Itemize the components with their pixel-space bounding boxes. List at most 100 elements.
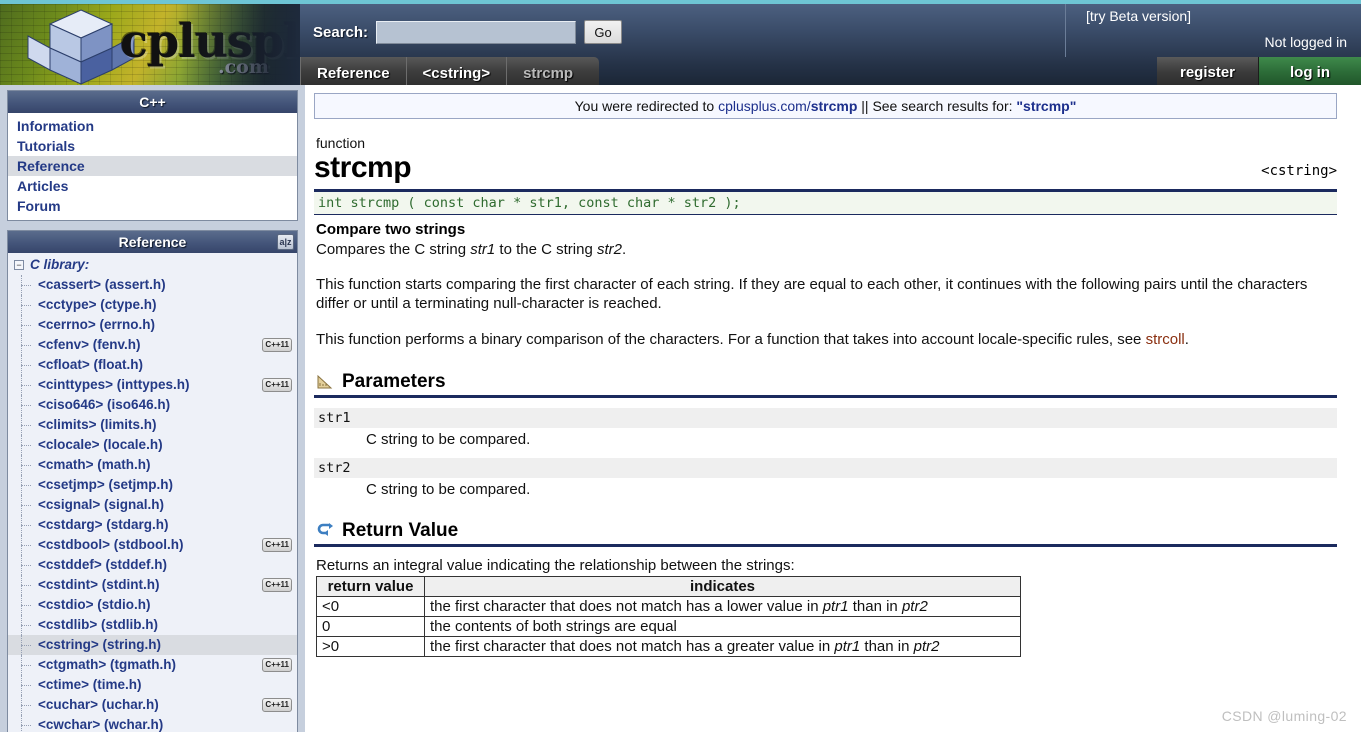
table-row: >0 the first character that does not matc… bbox=[316, 635, 1021, 657]
text-run: This function starts comparing the first… bbox=[316, 276, 1308, 313]
tree-item[interactable]: <cstring> (string.h) bbox=[8, 635, 297, 655]
breadcrumb-item-cstring[interactable]: <cstring> bbox=[406, 57, 508, 85]
sidebar-item-reference[interactable]: Reference bbox=[8, 156, 297, 176]
function-signature: int strcmp ( const char * str1, const ch… bbox=[318, 195, 741, 211]
breadcrumb-item-reference[interactable]: Reference bbox=[300, 57, 407, 85]
function-brief: Compare two strings bbox=[316, 221, 466, 238]
tree-item[interactable]: <ctime> (time.h) bbox=[8, 675, 297, 695]
tree-item-label: <cfloat> (float.h) bbox=[38, 357, 144, 372]
tree-item[interactable]: <cstdlib> (stdlib.h) bbox=[8, 615, 297, 635]
sidebar-item-information[interactable]: Information bbox=[8, 116, 297, 136]
reference-panel-title-text: Reference bbox=[118, 234, 187, 250]
text-run: This function performs a binary comparis… bbox=[316, 330, 1146, 348]
tree-item[interactable]: <cinttypes> (inttypes.h) C++11 bbox=[8, 375, 297, 395]
text-run: than in bbox=[848, 597, 902, 615]
tree-item-label: <cfenv> (fenv.h) bbox=[38, 337, 141, 352]
column-return-value: return value bbox=[316, 575, 425, 597]
tree-item[interactable]: <cwchar> (wchar.h) bbox=[8, 715, 297, 732]
description-paragraph: Compares the C string str1 to the C stri… bbox=[316, 240, 1337, 259]
try-beta-link[interactable]: [try Beta version] bbox=[1086, 8, 1191, 24]
emphasis-text: str1 bbox=[470, 241, 496, 258]
return-value-table: return value indicates <0 the first chara… bbox=[316, 575, 1021, 657]
redirect-domain[interactable]: cplusplus.com/ bbox=[718, 98, 811, 114]
return-value-title: Return Value bbox=[342, 519, 459, 541]
sidebar-item-forum[interactable]: Forum bbox=[8, 196, 297, 216]
parameter-description: C string to be compared. bbox=[366, 480, 531, 498]
tree-item[interactable]: <cassert> (assert.h) bbox=[8, 275, 297, 295]
ruler-icon bbox=[317, 374, 333, 389]
tree-item[interactable]: <ctgmath> (tgmath.h) C++11 bbox=[8, 655, 297, 675]
text-run: . bbox=[621, 241, 627, 258]
tree-collapse-icon[interactable]: − bbox=[14, 260, 24, 270]
sidebar-item-tutorials[interactable]: Tutorials bbox=[8, 136, 297, 156]
tree-item[interactable]: <cstdbool> (stdbool.h) C++11 bbox=[8, 535, 297, 555]
entity-kind: function bbox=[316, 135, 366, 151]
parameter-description: C string to be compared. bbox=[366, 430, 531, 448]
tree-item[interactable]: <cctype> (ctype.h) bbox=[8, 295, 297, 315]
cpp11-badge: C++11 bbox=[262, 698, 292, 712]
tree-item[interactable]: <csetjmp> (setjmp.h) bbox=[8, 475, 297, 495]
parameter-name: str1 bbox=[314, 407, 1337, 428]
tree-item-label: <cstdbool> (stdbool.h) bbox=[38, 537, 184, 552]
tree-item[interactable]: <cmath> (math.h) bbox=[8, 455, 297, 475]
account-panel: [try Beta version] Not logged in bbox=[1065, 4, 1361, 57]
header-file-label: <cstring> bbox=[1261, 163, 1337, 179]
tree-item-label: <climits> (limits.h) bbox=[38, 417, 157, 432]
left-sidebar: C++ Information Tutorials Reference Arti… bbox=[0, 85, 305, 732]
tree-item[interactable]: <cfloat> (float.h) bbox=[8, 355, 297, 375]
tree-item[interactable]: <cfenv> (fenv.h) C++11 bbox=[8, 335, 297, 355]
main-content: You were redirected to cplusplus.com/str… bbox=[305, 85, 1361, 732]
tree-item-label: <csignal> (signal.h) bbox=[38, 497, 165, 512]
tree-root-label: C library: bbox=[30, 257, 90, 272]
logo-fade bbox=[180, 4, 300, 85]
search-area: Search: Go bbox=[313, 17, 623, 47]
text-run: the first character that does not match … bbox=[430, 597, 823, 615]
return-value-intro: Returns an integral value indicating the… bbox=[316, 556, 795, 574]
column-indicates: indicates bbox=[424, 575, 1021, 597]
table-header-row: return value indicates bbox=[316, 575, 1021, 597]
tree-item[interactable]: <csignal> (signal.h) bbox=[8, 495, 297, 515]
emphasis-text: ptr2 bbox=[913, 637, 940, 655]
tree-item[interactable]: <climits> (limits.h) bbox=[8, 415, 297, 435]
text-run: . bbox=[1184, 330, 1189, 348]
search-go-button[interactable]: Go bbox=[584, 20, 623, 44]
reference-tree: − C library: <cassert> (assert.h) <cctype… bbox=[8, 253, 297, 732]
cpp-panel: C++ Information Tutorials Reference Arti… bbox=[7, 90, 298, 221]
parameters-section-header: Parameters bbox=[314, 371, 1337, 398]
search-results-query[interactable]: "strcmp" bbox=[1016, 98, 1076, 114]
table-row: <0 the first character that does not matc… bbox=[316, 595, 1021, 617]
log-in-button[interactable]: log in bbox=[1259, 57, 1361, 85]
parameters-title: Parameters bbox=[342, 370, 446, 392]
tree-root-c-library[interactable]: − C library: bbox=[8, 255, 297, 275]
tree-item[interactable]: <cerrno> (errno.h) bbox=[8, 315, 297, 335]
tree-item-label: <cerrno> (errno.h) bbox=[38, 317, 156, 332]
reference-panel: Reference a|z − C library: <cassert> (as… bbox=[7, 230, 298, 732]
return-value-cell: <0 bbox=[316, 595, 425, 617]
inline-link[interactable]: strcoll bbox=[1146, 331, 1185, 348]
tree-item-label: <cstdint> (stdint.h) bbox=[38, 577, 160, 592]
tree-item[interactable]: <cstdint> (stdint.h) C++11 bbox=[8, 575, 297, 595]
tree-item[interactable]: <cstddef> (stddef.h) bbox=[8, 555, 297, 575]
tree-item-label: <cassert> (assert.h) bbox=[38, 277, 166, 292]
search-input[interactable] bbox=[376, 20, 577, 44]
tree-item-label: <ciso646> (iso646.h) bbox=[38, 397, 171, 412]
tree-item-label: <clocale> (locale.h) bbox=[38, 437, 163, 452]
emphasis-text: ptr1 bbox=[822, 597, 849, 615]
breadcrumb-item-strcmp: strcmp bbox=[507, 57, 590, 85]
emphasis-text: ptr1 bbox=[834, 637, 861, 655]
sidebar-item-articles[interactable]: Articles bbox=[8, 176, 297, 196]
redirect-page[interactable]: strcmp bbox=[811, 98, 858, 114]
tree-item-label: <cstdarg> (stdarg.h) bbox=[38, 517, 169, 532]
tree-item-label: <ctgmath> (tgmath.h) bbox=[38, 657, 177, 672]
tree-item[interactable]: <cstdio> (stdio.h) bbox=[8, 595, 297, 615]
tree-item[interactable]: <cuchar> (uchar.h) C++11 bbox=[8, 695, 297, 715]
register-button[interactable]: register bbox=[1157, 57, 1259, 85]
site-logo[interactable]: cplusplus .com bbox=[0, 4, 300, 85]
alphabetical-sort-icon[interactable]: a|z bbox=[277, 234, 294, 250]
description-paragraph: This function performs a binary comparis… bbox=[316, 330, 1337, 349]
tree-item[interactable]: <clocale> (locale.h) bbox=[8, 435, 297, 455]
tree-item[interactable]: <ciso646> (iso646.h) bbox=[8, 395, 297, 415]
tree-item[interactable]: <cstdarg> (stdarg.h) bbox=[8, 515, 297, 535]
tree-item-label: <cuchar> (uchar.h) bbox=[38, 697, 159, 712]
watermark: CSDN @luming-02 bbox=[1221, 708, 1347, 724]
